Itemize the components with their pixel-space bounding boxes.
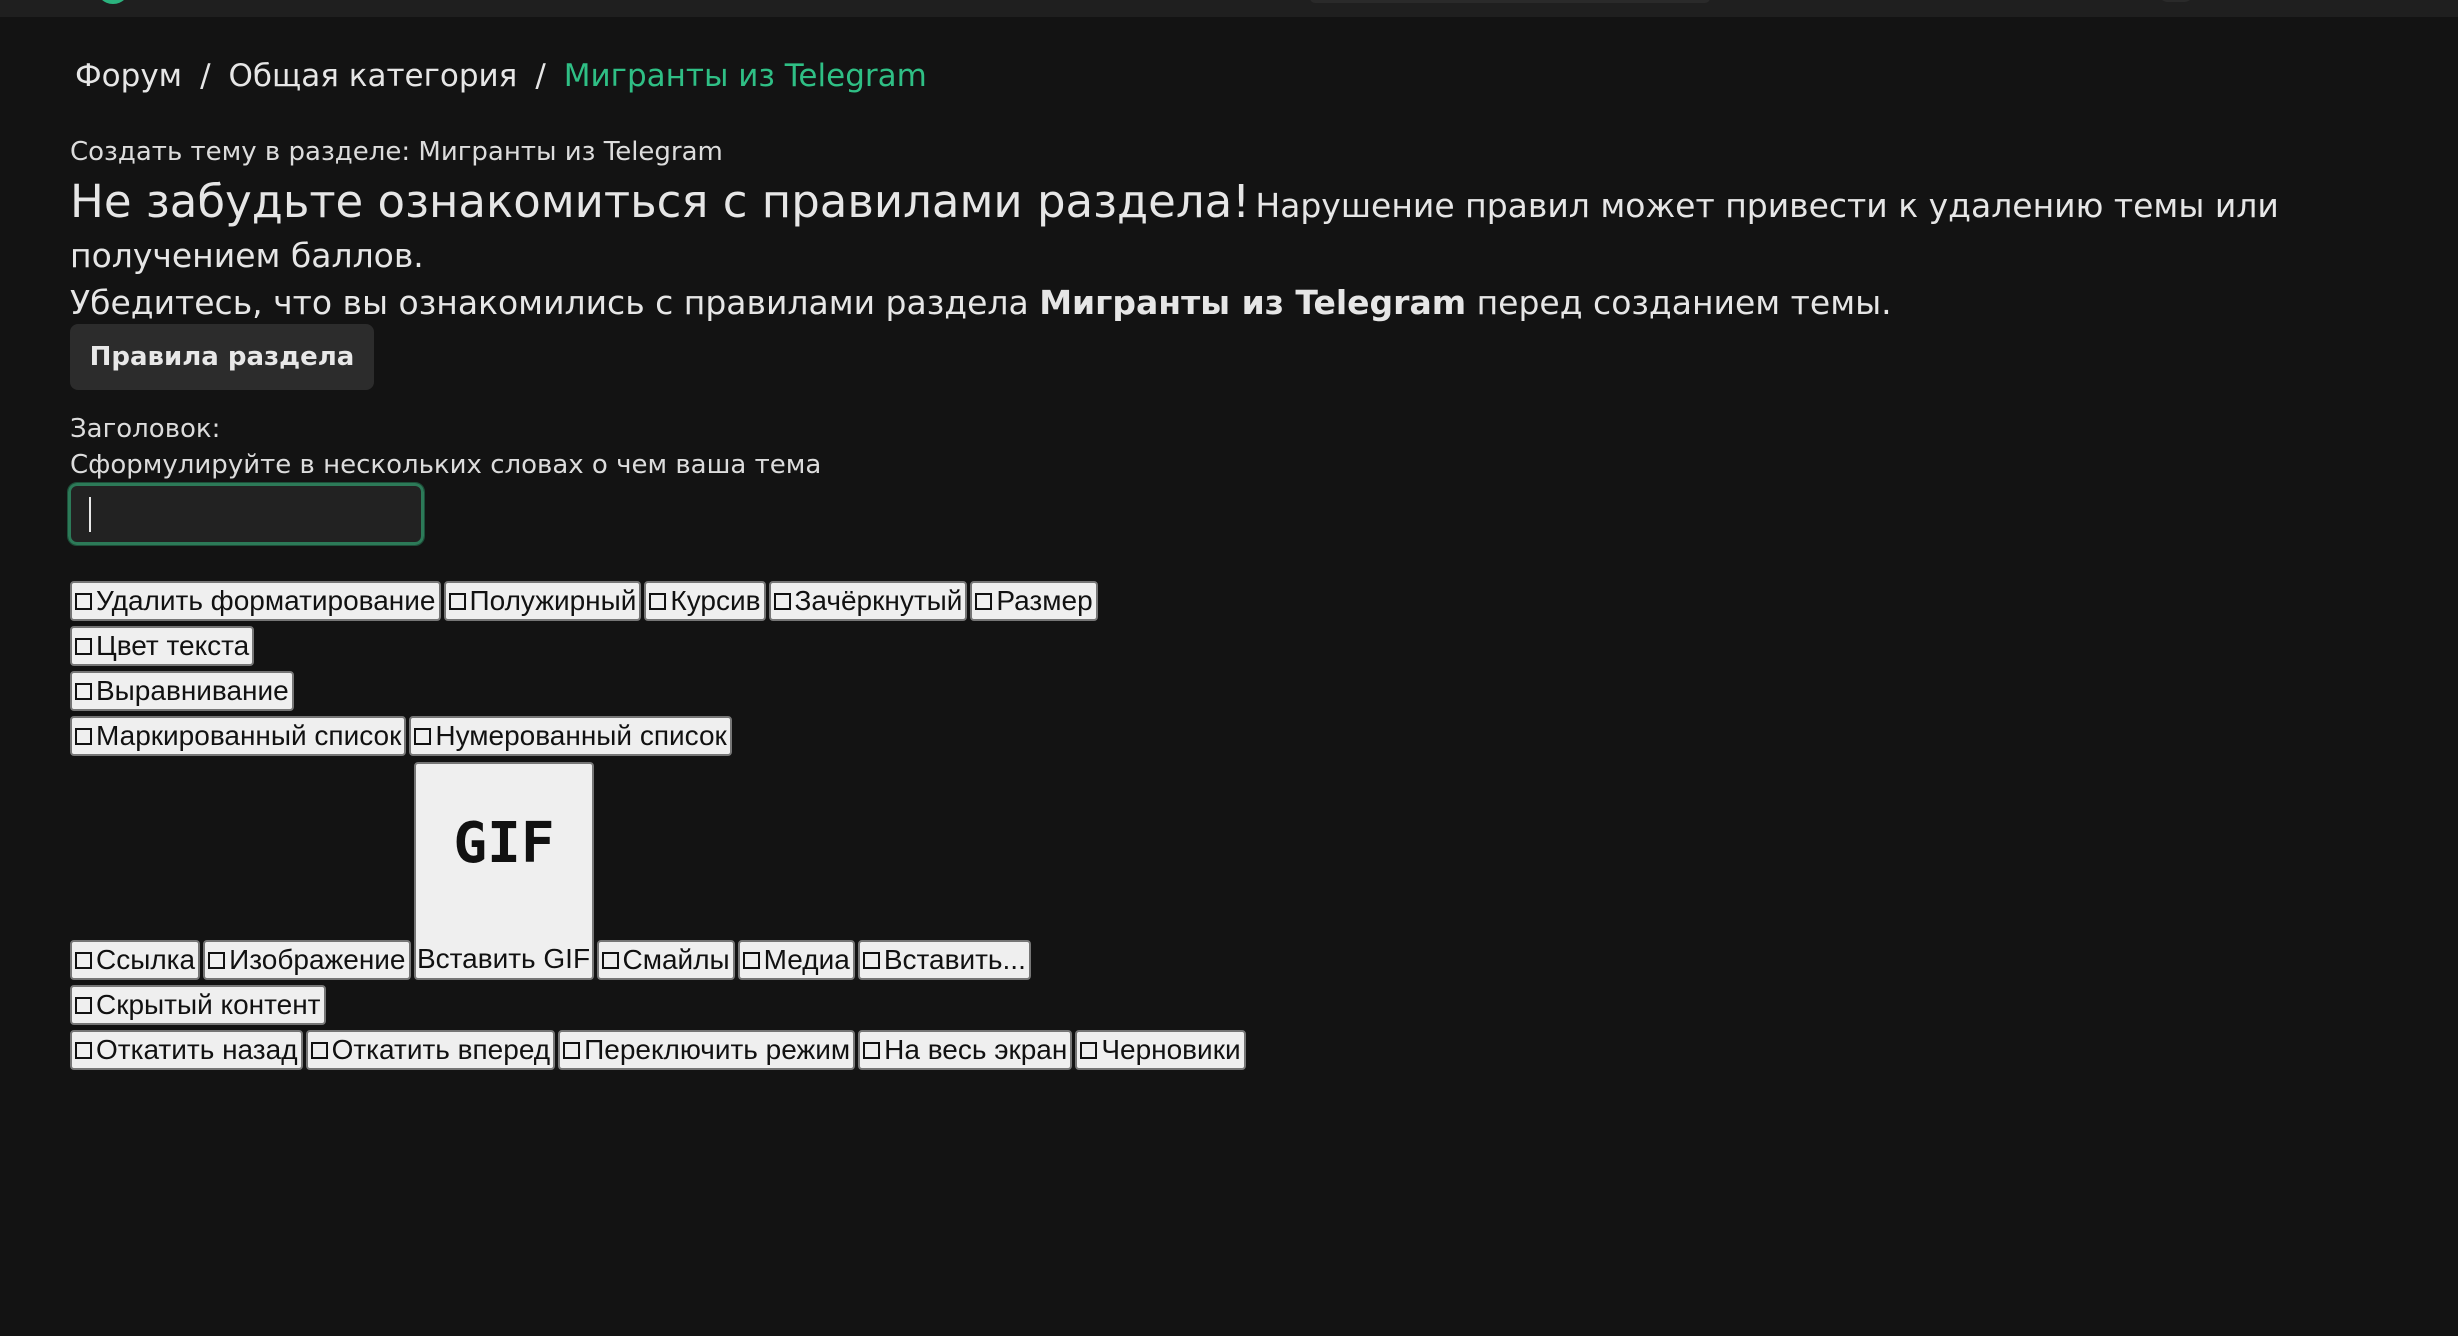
- button-label: Удалить форматирование: [96, 585, 436, 616]
- svg-text:GIF: GIF: [453, 817, 554, 869]
- button-label: Выравнивание: [96, 675, 289, 706]
- button-label: Зачёркнутый: [794, 585, 963, 616]
- smilies-button[interactable]: Смайлы: [596, 940, 735, 980]
- numbered-list-button[interactable]: Нумерованный список: [409, 716, 732, 756]
- notice-section-name: Мигранты из Telegram: [1039, 283, 1467, 322]
- image-button[interactable]: Изображение: [203, 940, 411, 980]
- undo-button[interactable]: Откатить назад: [70, 1030, 303, 1070]
- toggle-mode-button[interactable]: Переключить режим: [558, 1030, 856, 1070]
- toolbar-row: Скрытый контент: [70, 980, 1249, 1025]
- align-button[interactable]: Выравнивание: [70, 671, 294, 711]
- missing-glyph-icon: [208, 951, 226, 969]
- missing-glyph-icon: [75, 1041, 92, 1059]
- button-label: Цвет текста: [96, 630, 250, 661]
- missing-glyph-icon: [563, 1041, 581, 1059]
- redo-button[interactable]: Откатить вперед: [305, 1030, 556, 1070]
- missing-glyph-icon: [75, 637, 92, 655]
- button-label: Вставить...: [883, 944, 1026, 975]
- avatar[interactable]: [2158, 0, 2194, 2]
- missing-glyph-icon: [773, 592, 791, 610]
- strikethrough-button[interactable]: Зачёркнутый: [768, 581, 968, 621]
- text-color-button[interactable]: Цвет текста: [70, 626, 255, 666]
- breadcrumb-current-section[interactable]: Мигранты из Telegram: [564, 54, 927, 98]
- button-label: Нумерованный список: [435, 720, 727, 751]
- missing-glyph-icon: [448, 592, 466, 610]
- toolbar-row: Выравнивание: [70, 666, 1249, 711]
- section-rules-button[interactable]: Правила раздела: [70, 324, 374, 390]
- bullet-list-button[interactable]: Маркированный список: [70, 716, 407, 756]
- breadcrumb-general-category[interactable]: Общая категория: [229, 54, 518, 98]
- missing-glyph-icon: [75, 727, 92, 745]
- button-label: Переключить режим: [584, 1034, 851, 1065]
- missing-glyph-icon: [862, 951, 880, 969]
- title-label: Заголовок:: [70, 414, 221, 444]
- missing-glyph-icon: [601, 951, 619, 969]
- fullscreen-button[interactable]: На весь экран: [858, 1030, 1073, 1070]
- toolbar-row: Маркированный список Нумерованный список: [70, 711, 1249, 756]
- bold-button[interactable]: Полужирный: [443, 581, 642, 621]
- button-label: Маркированный список: [96, 720, 402, 751]
- missing-glyph-icon: [1080, 1041, 1098, 1059]
- remove-format-button[interactable]: Удалить форматирование: [70, 581, 441, 621]
- insert-gif-wrapper: GIF Вставить GIF: [413, 762, 594, 980]
- button-label: Изображение: [229, 944, 406, 975]
- gif-icon: GIF: [453, 817, 554, 869]
- button-label: Размер: [996, 585, 1093, 616]
- page-subtitle: Создать тему в разделе: Мигранты из Tele…: [70, 137, 723, 167]
- breadcrumb-separator: /: [535, 58, 546, 94]
- missing-glyph-icon: [975, 592, 993, 610]
- hidden-content-button[interactable]: Скрытый контент: [70, 985, 326, 1025]
- notice-confirm-after: перед созданием темы.: [1476, 283, 1892, 322]
- font-size-button[interactable]: Размер: [970, 581, 1098, 621]
- editor-toolbar: Удалить форматирование Полужирный Курсив За…: [70, 576, 1249, 1070]
- insert-gif-label: Вставить GIF: [416, 943, 591, 974]
- text-caret: [89, 497, 91, 532]
- italic-button[interactable]: Курсив: [644, 581, 766, 621]
- toolbar-row: Удалить форматирование Полужирный Курсив За…: [70, 576, 1249, 621]
- media-button[interactable]: Медиа: [737, 940, 855, 980]
- button-label: Скрытый контент: [96, 989, 321, 1020]
- insert-more-button[interactable]: Вставить...: [857, 940, 1031, 980]
- rules-notice: Не забудьте ознакомиться с правилами раз…: [70, 172, 2370, 326]
- button-label: Ссылка: [96, 944, 196, 975]
- title-input[interactable]: [67, 482, 425, 546]
- button-label: Полужирный: [469, 585, 637, 616]
- missing-glyph-icon: [75, 682, 92, 700]
- missing-glyph-icon: [649, 592, 667, 610]
- breadcrumb-forum[interactable]: Форум: [75, 54, 182, 98]
- missing-glyph-icon: [310, 1041, 328, 1059]
- site-logo[interactable]: [96, 0, 130, 4]
- toolbar-row: Откатить назад Откатить вперед Переключить…: [70, 1025, 1249, 1070]
- toolbar-row: Ссылка Изображение GIF Вставить GIF Смайл…: [70, 756, 1249, 980]
- button-label: Смайлы: [622, 944, 730, 975]
- missing-glyph-icon: [742, 951, 760, 969]
- notice-headline: Не забудьте ознакомиться с правилами раз…: [70, 175, 1251, 228]
- search-bar[interactable]: [1310, 0, 1710, 3]
- insert-gif-button[interactable]: GIF Вставить GIF: [413, 762, 594, 980]
- notice-confirm-before: Убедитесь, что вы ознакомились с правила…: [70, 283, 1029, 322]
- drafts-button[interactable]: Черновики: [1075, 1030, 1246, 1070]
- breadcrumb: Форум / Общая категория / Мигранты из Te…: [75, 54, 927, 98]
- title-hint: Сформулируйте в нескольких словах о чем …: [70, 450, 822, 480]
- button-label: Черновики: [1101, 1034, 1241, 1065]
- toolbar-row: Цвет текста: [70, 621, 1249, 666]
- button-label: Откатить назад: [96, 1034, 298, 1065]
- missing-glyph-icon: [75, 996, 92, 1014]
- breadcrumb-separator: /: [200, 58, 211, 94]
- button-label: Курсив: [670, 585, 761, 616]
- missing-glyph-icon: [75, 592, 92, 610]
- button-label: Медиа: [763, 944, 850, 975]
- missing-glyph-icon: [414, 727, 432, 745]
- link-button[interactable]: Ссылка: [70, 940, 201, 980]
- top-navbar: [0, 0, 2458, 17]
- button-label: На весь экран: [884, 1034, 1068, 1065]
- missing-glyph-icon: [75, 951, 92, 969]
- missing-glyph-icon: [863, 1041, 881, 1059]
- button-label: Откатить вперед: [331, 1034, 551, 1065]
